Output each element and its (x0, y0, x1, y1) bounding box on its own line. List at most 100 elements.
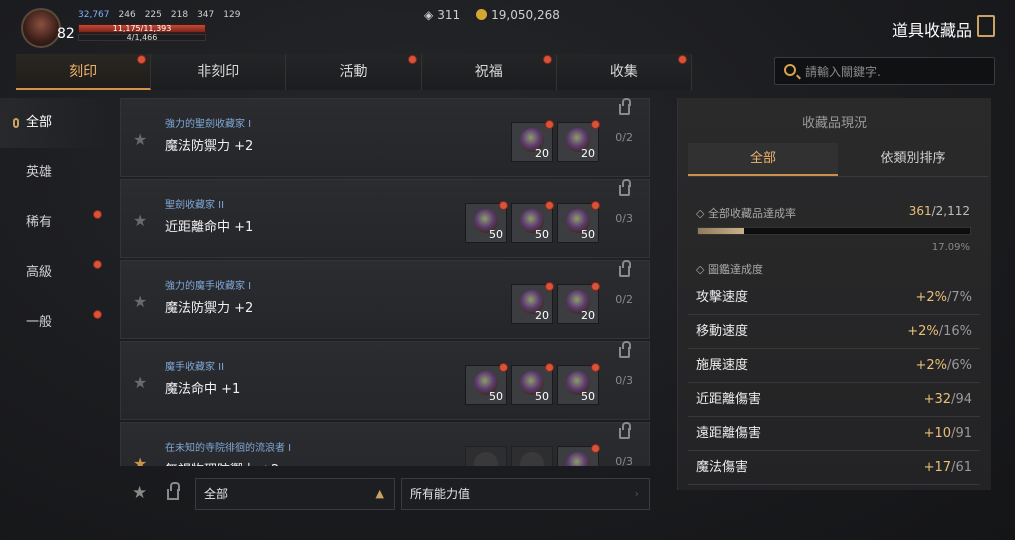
collection-row[interactable]: ★ 聖劍收藏家 II 近距離命中 +1 50 50 50 0/3 (120, 179, 650, 258)
notification-dot (545, 282, 554, 291)
favorite-filter-star-icon[interactable]: ★ (132, 483, 147, 503)
search-input[interactable] (805, 62, 985, 82)
book-completion-text: 圖鑑達成度 (707, 263, 763, 276)
stat-max: /91 (951, 426, 972, 441)
collection-effect: 魔法命中 +1 (165, 382, 241, 397)
notification-dot (137, 55, 147, 64)
collection-effect: 魔法防禦力 +2 (165, 139, 254, 154)
item-slot[interactable] (465, 446, 507, 466)
top-bar: 82 32,767 246 225 218 347 129 11,175/11,… (0, 0, 1015, 52)
lock-icon[interactable] (619, 341, 631, 358)
sidebar-item-3[interactable]: 高級 (0, 248, 110, 298)
lock-icon[interactable] (619, 260, 631, 277)
notification-dot (591, 363, 600, 372)
item-count: 50 (581, 228, 595, 241)
stat-value: +10/91 (924, 417, 972, 451)
sidebar-item-4[interactable]: 一般 (0, 298, 110, 348)
lock-filter-icon[interactable] (167, 482, 180, 500)
mp-text: 4/1,466 (126, 33, 158, 42)
hp-bar: 11,175/11,393 (78, 24, 206, 33)
notification-dot (407, 55, 417, 64)
collection-progress: 0/3 (615, 212, 633, 225)
grade-filter-select[interactable]: 全部 ▲ (195, 478, 395, 510)
book-completion-label: ◇ 圖鑑達成度 (696, 263, 763, 276)
required-items: 20 20 (511, 120, 600, 162)
tab-0[interactable]: 刻印 (16, 54, 152, 90)
item-slot[interactable]: 50 (557, 201, 600, 243)
item-slot[interactable]: 50 (557, 363, 600, 405)
item-count: 20 (581, 147, 595, 160)
stat-value: +2%/7% (915, 281, 972, 315)
notification-dot (93, 310, 102, 319)
gem-currency: ◈ 311 (424, 8, 460, 22)
required-items (465, 444, 600, 466)
stat-name: 攻擊速度 (696, 290, 749, 305)
notification-dot (545, 363, 554, 372)
tab-1[interactable]: 非刻印 (151, 54, 287, 90)
favorite-star-icon[interactable]: ★ (133, 373, 147, 392)
item-count: 50 (535, 390, 549, 403)
item-gem-icon (474, 452, 498, 466)
item-slot[interactable] (511, 446, 553, 466)
favorite-star-icon[interactable]: ★ (133, 454, 147, 466)
stat-name: 施展速度 (696, 358, 749, 373)
collection-row[interactable]: ★ 強力的魔手收藏家 I 魔法防禦力 +2 20 20 0/2 (120, 260, 650, 339)
panel-tab-all[interactable]: 全部 (688, 143, 838, 176)
collection-row[interactable]: ★ 強力的聖劍收藏家 I 魔法防禦力 +2 20 20 0/2 (120, 98, 650, 177)
collection-progress: 0/3 (615, 455, 633, 466)
chevron-right-icon: › (634, 487, 639, 500)
item-count: 20 (581, 309, 595, 322)
item-slot[interactable]: 50 (511, 201, 554, 243)
player-level: 82 (57, 26, 75, 42)
collection-book-icon[interactable] (977, 15, 995, 37)
collection-row[interactable]: ★ 魔手收藏家 II 魔法命中 +1 50 50 50 0/3 (120, 341, 650, 420)
avatar[interactable] (21, 8, 61, 48)
notification-dot (93, 260, 102, 269)
item-slot[interactable]: 50 (465, 363, 508, 405)
tab-2[interactable]: 活動 (286, 54, 422, 90)
sidebar-item-label: 英雄 (26, 165, 53, 180)
item-slot[interactable]: 20 (511, 120, 554, 162)
gold-coin-icon (476, 9, 488, 20)
lock-icon[interactable] (619, 179, 631, 196)
item-slot[interactable]: 20 (557, 282, 600, 324)
tab-3[interactable]: 祝福 (421, 54, 557, 90)
stat-5: 347 (197, 10, 215, 20)
stat-bonus-row: 攻擊速度 +2%/7% (688, 281, 980, 315)
grade-filter-value: 全部 (204, 487, 229, 501)
item-slot[interactable]: 20 (557, 120, 600, 162)
lock-icon[interactable] (619, 422, 631, 439)
collection-subtitle: 在未知的寺院徘徊的流浪者 I (165, 443, 292, 454)
item-slot[interactable]: 20 (511, 282, 554, 324)
completion-progress-bar (697, 227, 971, 235)
stat-bonus-row: 魔法傷害 +17/61 (688, 451, 980, 485)
stat-bonus-row: 移動速度 +2%/16% (688, 315, 980, 349)
gold-currency: 19,050,268 (476, 8, 560, 22)
completion-rate-label: ◇ 全部收藏品達成率 (696, 207, 796, 220)
stat-3: 225 (144, 10, 162, 20)
favorite-star-icon[interactable]: ★ (133, 130, 147, 149)
item-slot[interactable] (557, 444, 600, 466)
notification-dot (93, 210, 102, 219)
stat-name: 移動速度 (696, 324, 749, 339)
stat-name: 近距離傷害 (696, 392, 762, 407)
notification-dot (678, 55, 688, 64)
tab-4[interactable]: 收集 (556, 54, 693, 90)
stat-current: +2% (915, 358, 947, 373)
required-items: 50 50 50 (465, 363, 600, 405)
sidebar-item-label: 稀有 (26, 215, 53, 230)
lock-icon[interactable] (619, 98, 631, 115)
item-slot[interactable]: 50 (465, 201, 508, 243)
collection-row[interactable]: ★ 在未知的寺院徘徊的流浪者 I 無視物理防禦力 +2 0/3 (120, 422, 650, 466)
item-slot[interactable]: 50 (511, 363, 554, 405)
sidebar-item-2[interactable]: 稀有 (0, 198, 110, 248)
stat-filter-select[interactable]: 所有能力值 › (401, 478, 650, 510)
stat-current: +17 (923, 460, 952, 475)
panel-tab-by-category[interactable]: 依類別排序 (838, 143, 988, 176)
tab-label: 非刻印 (197, 64, 240, 80)
sidebar-item-1[interactable]: 英雄 (0, 148, 110, 198)
collection-progress: 0/2 (615, 131, 633, 144)
favorite-star-icon[interactable]: ★ (133, 292, 147, 311)
sidebar-item-0[interactable]: 全部 (0, 98, 110, 148)
favorite-star-icon[interactable]: ★ (133, 211, 147, 230)
